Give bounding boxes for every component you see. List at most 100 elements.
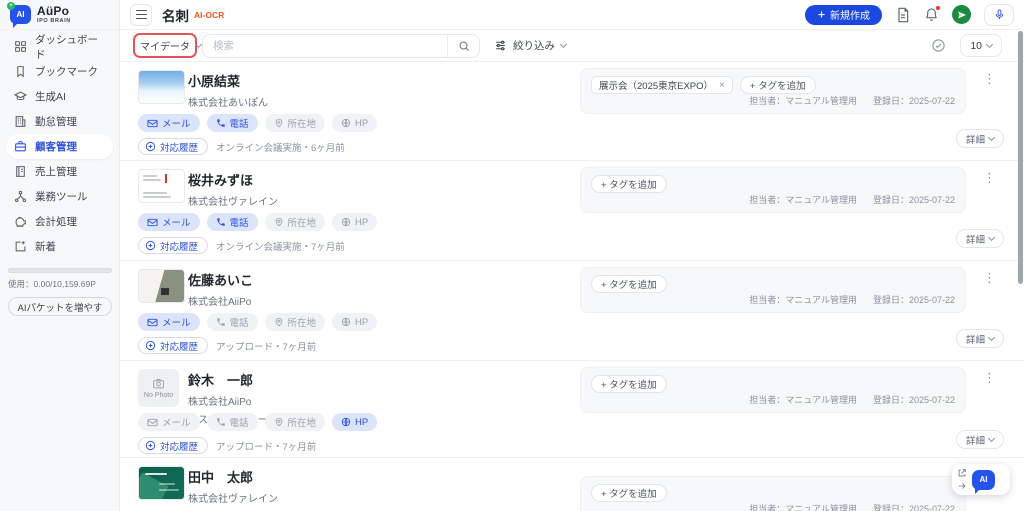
contact-row: 桜井みずほ 株式会社ヴァレイン メール 電話 所在地 HP 対応履歴 オンライン… [120, 161, 1024, 261]
sidebar-item-generative-ai[interactable]: 生成AI [6, 84, 113, 109]
location-pin-icon [275, 417, 282, 427]
phone-chip[interactable]: 電話 [206, 313, 258, 331]
hp-chip[interactable]: HP [332, 313, 378, 331]
chevron-down-icon [987, 333, 996, 342]
hp-chip[interactable]: HP [332, 114, 378, 132]
external-link-icon[interactable] [957, 468, 967, 478]
tag-remove-icon[interactable]: × [719, 80, 725, 91]
details-button[interactable]: 詳細 [955, 430, 1004, 449]
brand-logo: + AI AüPo IPO BRAIN [0, 0, 119, 30]
history-button[interactable]: 対応履歴 [138, 237, 209, 254]
mail-chip[interactable]: メール [138, 313, 200, 331]
add-tag-button[interactable]: + タグを追加 [591, 484, 667, 502]
send-icon[interactable] [952, 5, 971, 24]
mail-chip[interactable]: メール [138, 213, 200, 231]
page-title: 名刺 [162, 8, 189, 24]
add-tag-button[interactable]: + タグを追加 [739, 76, 816, 94]
sidebar-item-accounting[interactable]: 会計処理 [6, 209, 113, 234]
phone-chip[interactable]: 電話 [206, 114, 258, 132]
sidebar: + AI AüPo IPO BRAIN ダッシュボード ブックマーク 生成AI … [0, 0, 120, 511]
microphone-button[interactable] [984, 3, 1014, 26]
add-tag-button[interactable]: + タグを追加 [591, 275, 667, 293]
contact-company: 株式会社あいぽん [188, 98, 268, 109]
kebab-menu[interactable]: ⋮ [983, 72, 996, 85]
bookmark-icon [14, 65, 27, 78]
business-card-thumbnail[interactable] [138, 269, 185, 303]
plus-circle-icon [145, 340, 156, 351]
sidebar-item-dashboard[interactable]: ダッシュボード [6, 34, 113, 61]
page-size-value: 10 [970, 39, 982, 52]
search-input[interactable] [203, 35, 447, 57]
kebab-menu[interactable]: ⋮ [983, 271, 996, 284]
scope-dropdown[interactable]: マイデータ [140, 38, 203, 53]
kebab-menu[interactable]: ⋮ [983, 371, 996, 384]
notification-dot [935, 5, 941, 11]
scope-dropdown-value: マイデータ [140, 42, 190, 53]
app-header: 名刺 AI-OCR 新規作成 [120, 0, 1024, 30]
registered-text: 登録日：2025-07-22 [872, 395, 955, 405]
sidebar-item-customers[interactable]: 顧客管理 [6, 134, 113, 159]
page-size-dropdown[interactable]: 10 [960, 34, 1002, 57]
hp-chip[interactable]: HP [332, 213, 378, 231]
sidebar-item-attendance[interactable]: 勤怠管理 [6, 109, 113, 134]
briefcase-icon [14, 140, 27, 153]
location-chip[interactable]: 所在地 [264, 213, 326, 231]
plus-circle-icon [145, 440, 156, 451]
history-button[interactable]: 対応履歴 [138, 437, 209, 454]
details-button[interactable]: 詳細 [955, 229, 1004, 248]
sidebar-item-tools[interactable]: 業務ツール [6, 184, 113, 209]
sidebar-item-label: 生成AI [35, 91, 66, 103]
mail-chip[interactable]: メール [138, 413, 200, 431]
kebab-menu[interactable]: ⋮ [983, 171, 996, 184]
brand-name: AüPo [37, 3, 70, 18]
csv-export-icon[interactable] [895, 7, 911, 23]
history-button[interactable]: 対応履歴 [138, 337, 209, 354]
business-card-thumbnail[interactable] [138, 70, 185, 104]
tag-chip: 展示会（2025東京EXPO） × [591, 76, 733, 94]
business-card-thumbnail[interactable] [138, 466, 185, 500]
contact-list: 小原結菜 株式会社あいぽん メール 電話 所在地 HP 対応履歴 オンライン会議… [120, 62, 1024, 511]
sidebar-item-label: 勤怠管理 [35, 116, 77, 128]
sidebar-item-label: 業務ツール [35, 191, 88, 203]
add-tag-button[interactable]: + タグを追加 [591, 175, 667, 193]
scrollbar-thumb[interactable] [1018, 31, 1023, 284]
location-chip[interactable]: 所在地 [264, 313, 326, 331]
add-packets-button[interactable]: AIパケットを増やす [8, 297, 112, 316]
hamburger-menu-button[interactable] [130, 3, 152, 26]
chevron-down-icon [194, 40, 203, 49]
history-text: アップロード・7ヶ月前 [216, 441, 317, 453]
sidebar-nav: ダッシュボード ブックマーク 生成AI 勤怠管理 顧客管理 売上管理 業務ツール [0, 30, 119, 259]
ai-chat-button[interactable]: AI [972, 469, 995, 494]
hp-chip[interactable]: HP [332, 413, 378, 431]
new-create-button[interactable]: 新規作成 [805, 4, 882, 25]
sidebar-item-bookmark[interactable]: ブックマーク [6, 59, 113, 84]
globe-icon [341, 217, 351, 227]
mail-chip[interactable]: メール [138, 114, 200, 132]
ai-logo-icon: + AI [7, 2, 31, 28]
mail-icon [147, 218, 158, 226]
generative-ai-icon [14, 90, 27, 103]
phone-icon [216, 119, 225, 127]
sidebar-item-sales[interactable]: 売上管理 [6, 159, 113, 184]
business-card-thumbnail[interactable] [138, 169, 185, 203]
phone-chip[interactable]: 電話 [206, 213, 258, 231]
location-chip[interactable]: 所在地 [264, 114, 326, 132]
sidebar-item-new[interactable]: 新着 [6, 234, 113, 259]
phone-chip[interactable]: 電話 [206, 413, 258, 431]
history-text: オンライン会議実施・6ヶ月前 [216, 142, 345, 154]
contact-row: 小原結菜 株式会社あいぽん メール 電話 所在地 HP 対応履歴 オンライン会議… [120, 62, 1024, 161]
add-tag-button[interactable]: + タグを追加 [591, 375, 667, 393]
filter-button[interactable]: 絞り込み [494, 38, 568, 53]
location-chip[interactable]: 所在地 [264, 413, 326, 431]
notification-bell-icon[interactable] [924, 5, 941, 22]
details-button[interactable]: 詳細 [955, 329, 1004, 348]
search-icon[interactable] [447, 35, 479, 57]
new-create-label: 新規作成 [830, 11, 870, 22]
details-button[interactable]: 詳細 [955, 129, 1004, 148]
new-window-icon [14, 240, 27, 253]
arrow-right-icon[interactable] [957, 481, 967, 491]
history-button[interactable]: 対応履歴 [138, 138, 209, 155]
contact-name: 佐藤あいこ [188, 273, 254, 288]
select-all-check-icon[interactable] [931, 38, 946, 53]
mail-icon [147, 318, 158, 326]
